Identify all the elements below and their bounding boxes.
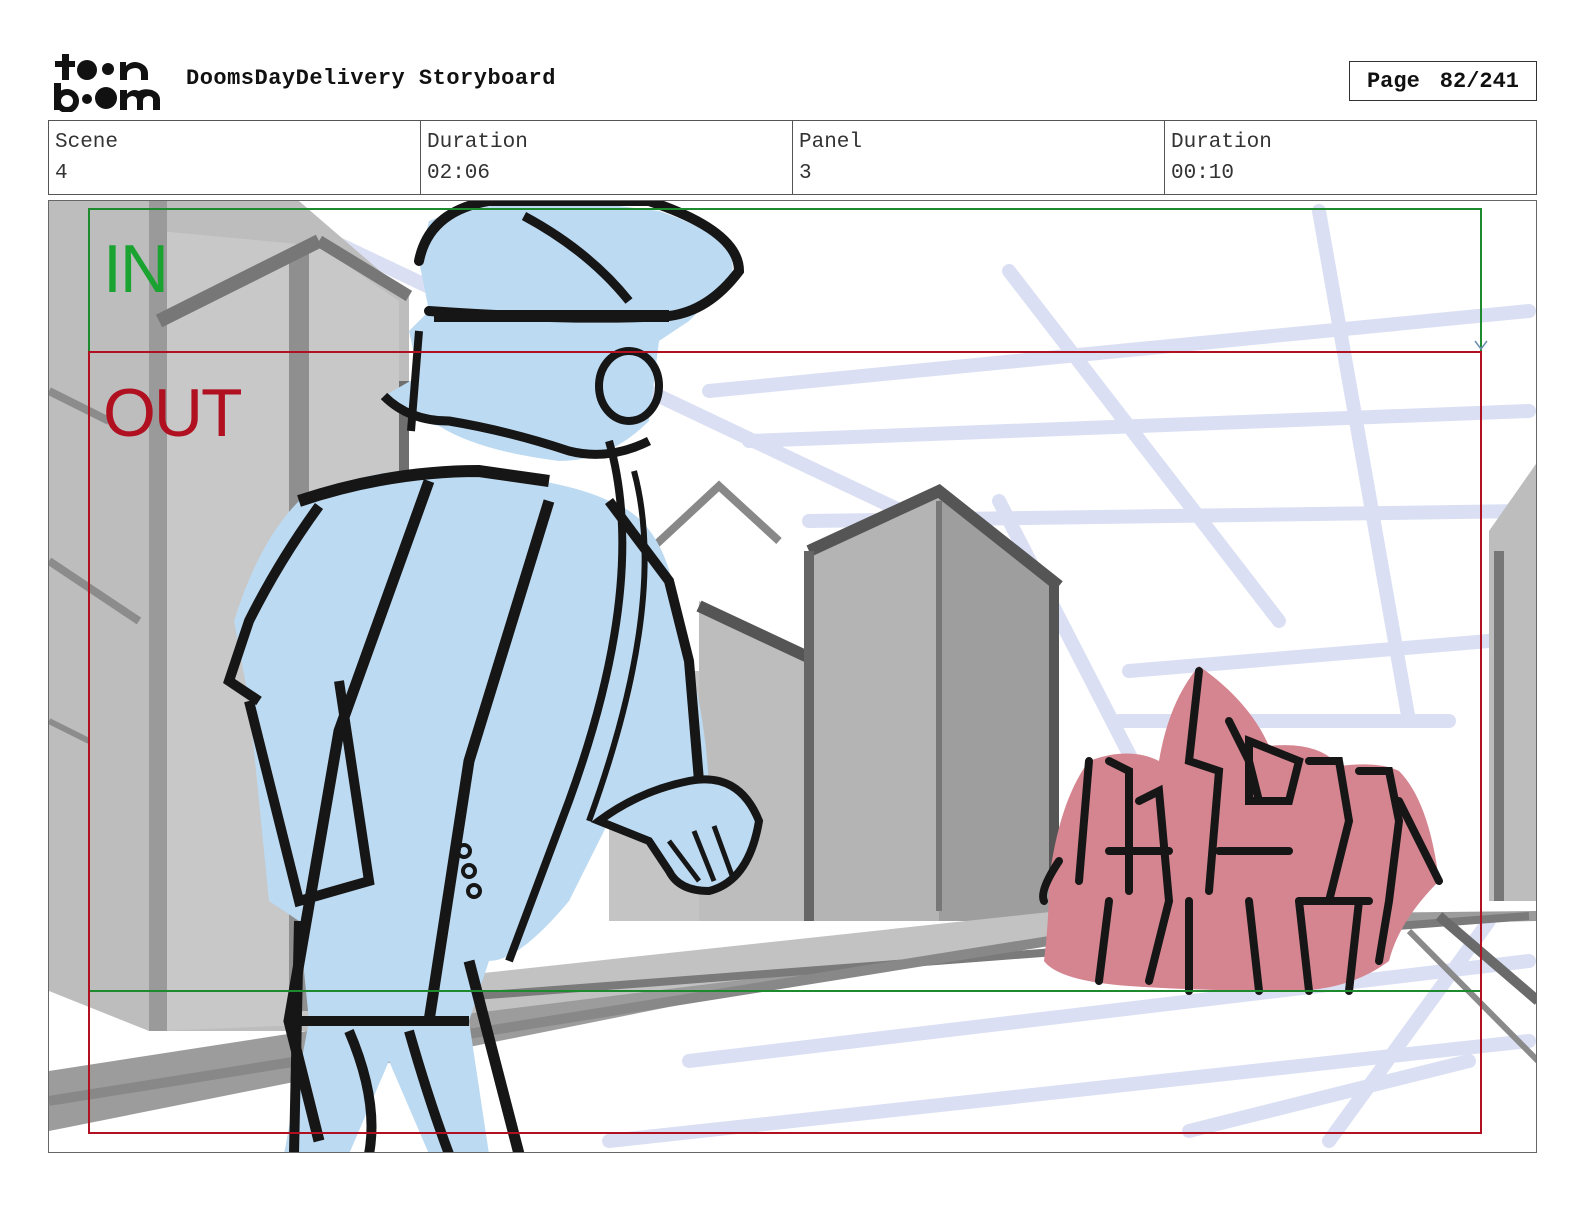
out-label: OUT <box>103 375 243 451</box>
panel-value: 3 <box>799 162 812 185</box>
panel-cell: Panel 3 <box>793 121 1165 194</box>
toon-boom-logo <box>52 52 164 113</box>
page-number: 82/241 <box>1439 68 1520 94</box>
in-label: IN <box>103 231 169 307</box>
panel-duration-value: 00:10 <box>1171 162 1235 185</box>
panel-label: Panel <box>799 131 863 154</box>
panel-duration-label: Duration <box>1171 131 1272 154</box>
panel-sketch <box>49 201 1536 1152</box>
storyboard-panel: IN OUT <box>48 200 1537 1153</box>
page-label: Page <box>1366 68 1420 94</box>
scene-cell: Scene 4 <box>49 121 421 194</box>
panel-duration-cell: Duration 00:10 <box>1165 121 1536 194</box>
scene-duration-cell: Duration 02:06 <box>421 121 793 194</box>
scene-duration-value: 02:06 <box>427 162 491 185</box>
scene-value: 4 <box>55 162 68 185</box>
project-title: DoomsDayDelivery Storyboard <box>186 66 556 91</box>
page-indicator: Page 82/241 <box>1349 61 1537 101</box>
scene-label: Scene <box>55 131 119 154</box>
panel-info-table: Scene 4 Duration 02:06 Panel 3 Duration … <box>48 120 1537 195</box>
scene-duration-label: Duration <box>427 131 528 154</box>
